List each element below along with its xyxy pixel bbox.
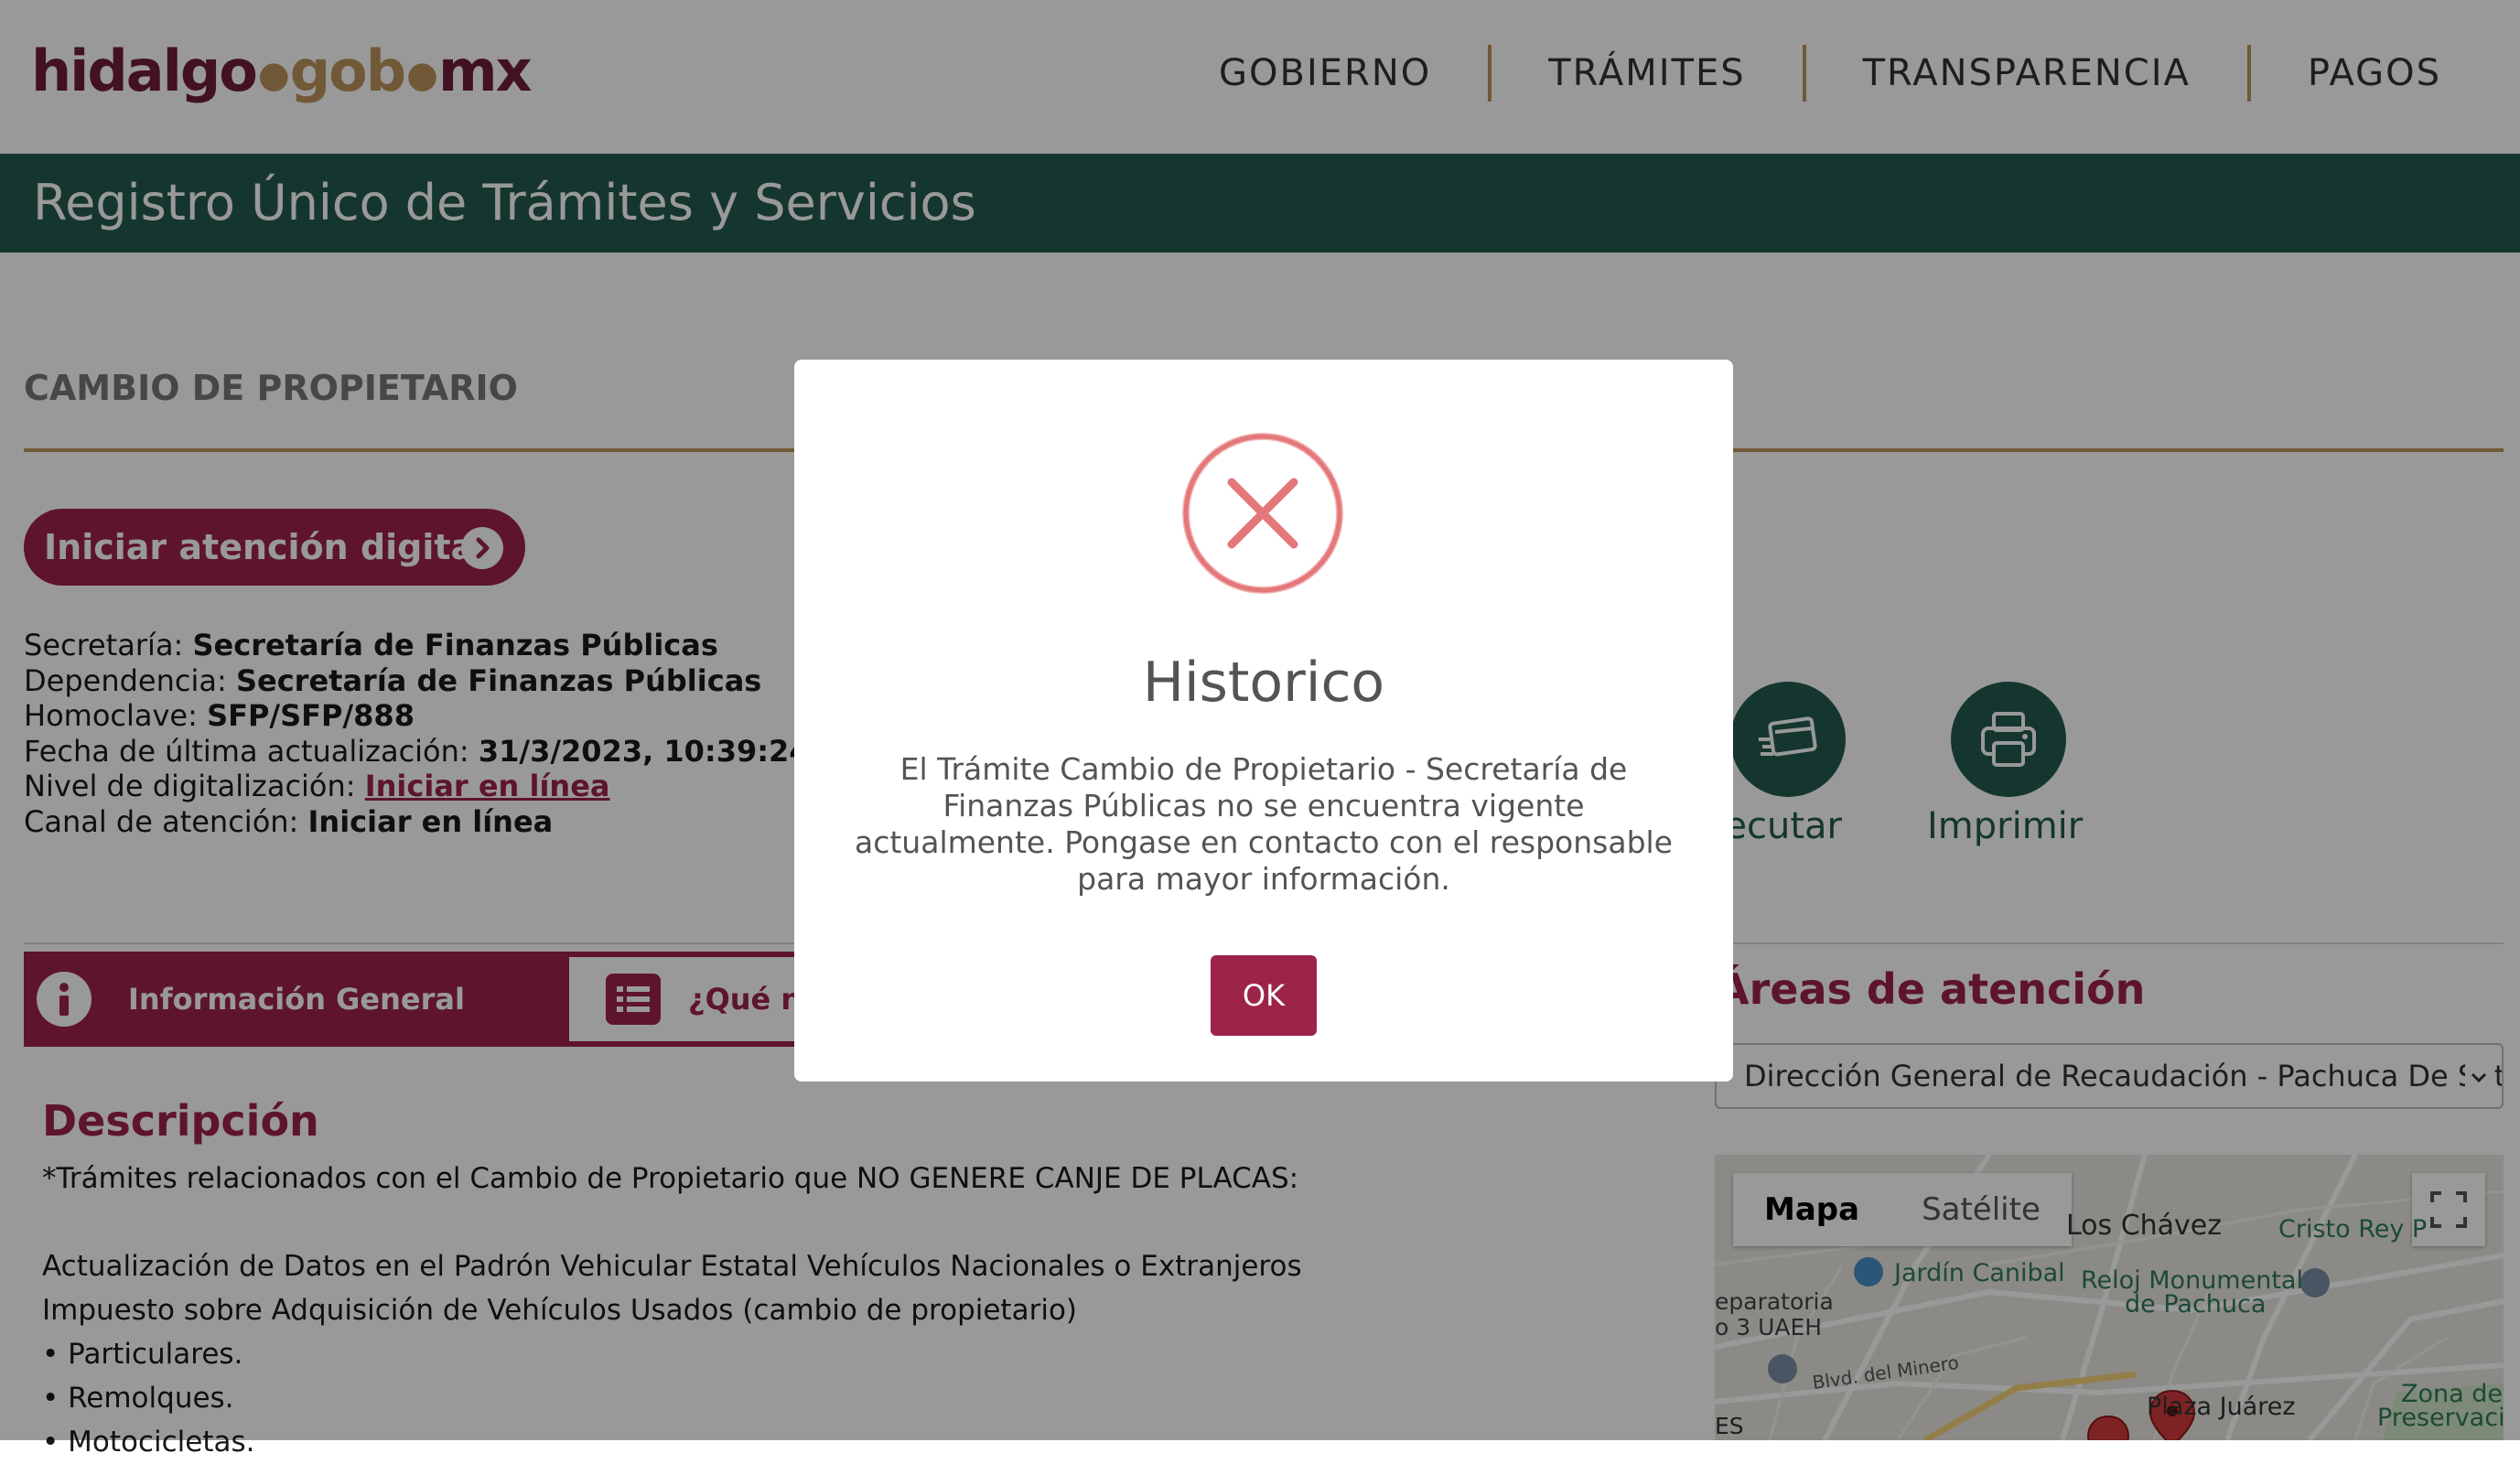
dialog-message: El Trámite Cambio de Propietario - Secre… (855, 751, 1673, 897)
historico-dialog: Historico El Trámite Cambio de Propietar… (794, 360, 1733, 1082)
error-icon (1182, 433, 1343, 594)
dialog-title: Historico (1142, 651, 1385, 715)
ok-button[interactable]: OK (1211, 955, 1317, 1036)
